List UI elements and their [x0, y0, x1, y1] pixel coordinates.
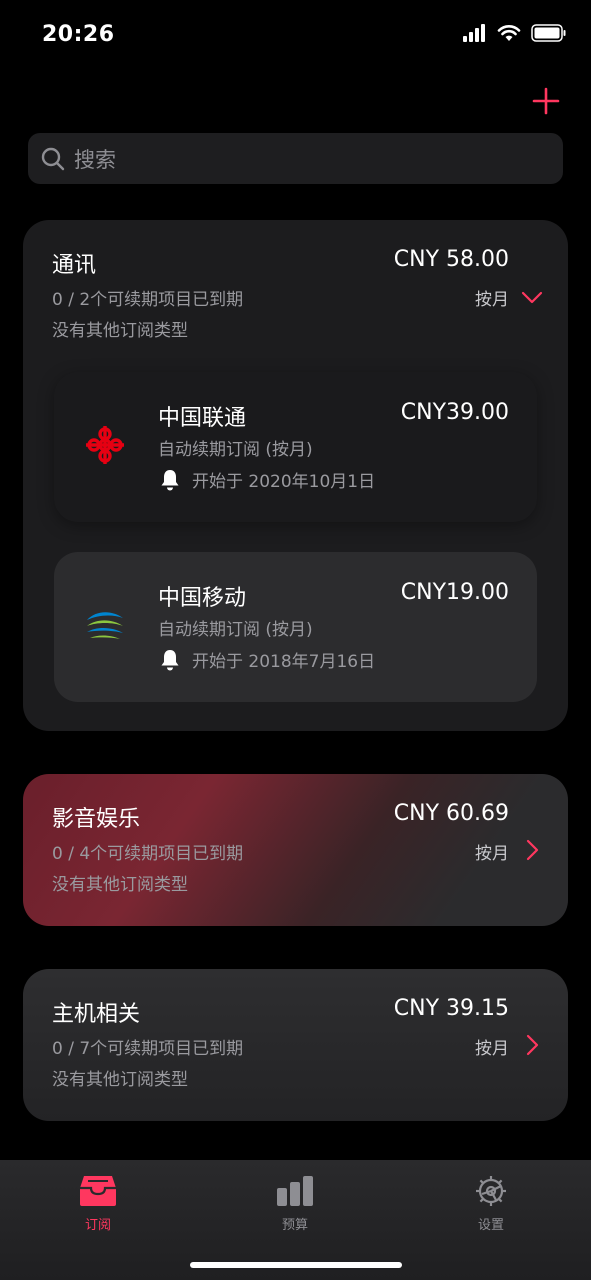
- item-price: CNY39.00: [400, 400, 509, 425]
- group-cycle: 按月: [475, 1039, 509, 1059]
- group-expired-count: 0 / 2个可续期项目已到期: [52, 290, 244, 310]
- tab-budget[interactable]: 预算: [235, 1174, 355, 1233]
- group-card-entertainment[interactable]: 影音娱乐 CNY 60.69 0 / 4个可续期项目已到期 按月 没有其他订阅类…: [23, 774, 568, 926]
- bell-icon: [161, 469, 179, 490]
- item-start: 开始于 2018年7月16日: [158, 647, 375, 672]
- status-bar: 20:26: [0, 0, 591, 70]
- add-subscription-button[interactable]: [531, 86, 561, 116]
- group-other-types: 没有其他订阅类型: [52, 875, 188, 895]
- tab-label: 设置: [477, 1218, 504, 1233]
- item-type: 自动续期订阅 (按月): [158, 440, 313, 460]
- subscription-item-china-mobile[interactable]: 中国移动 CNY19.00 自动续期订阅 (按月) 开始于 2018年7月16日: [54, 552, 537, 702]
- tab-settings[interactable]: 设置: [431, 1174, 551, 1233]
- item-type: 自动续期订阅 (按月): [158, 620, 313, 640]
- bar-chart-icon: [277, 1176, 313, 1206]
- group-amount: CNY 39.15: [393, 996, 509, 1021]
- group-cycle: 按月: [475, 290, 509, 310]
- tab-subscriptions[interactable]: 订阅: [38, 1174, 158, 1233]
- tab-label: 订阅: [84, 1218, 111, 1233]
- group-card-communications[interactable]: 通讯 CNY 58.00 0 / 2个可续期项目已到期 按月 没有其他订阅类型 …: [23, 220, 568, 731]
- status-time: 20:26: [42, 22, 115, 47]
- tab-label: 预算: [281, 1218, 308, 1233]
- status-icons: [463, 24, 567, 42]
- china-unicom-logo: [86, 426, 124, 464]
- china-mobile-logo: [87, 612, 123, 639]
- item-start-text: 开始于 2018年7月16日: [192, 652, 376, 672]
- inbox-icon: [80, 1176, 116, 1206]
- cellular-signal-icon: [463, 24, 485, 42]
- item-price: CNY19.00: [400, 580, 509, 605]
- group-card-hosting[interactable]: 主机相关 CNY 39.15 0 / 7个可续期项目已到期 按月 没有其他订阅类…: [23, 969, 568, 1121]
- chevron-right-icon[interactable]: [521, 1034, 543, 1056]
- item-name: 中国移动: [158, 586, 247, 611]
- search-placeholder: 搜索: [74, 147, 116, 172]
- item-name: 中国联通: [158, 406, 247, 431]
- wifi-icon: [497, 25, 521, 41]
- home-indicator[interactable]: [190, 1262, 402, 1268]
- group-expired-count: 0 / 7个可续期项目已到期: [52, 1039, 244, 1059]
- group-title: 通讯: [52, 253, 97, 278]
- group-amount: CNY 58.00: [393, 247, 509, 272]
- group-other-types: 没有其他订阅类型: [52, 1070, 188, 1090]
- battery-icon: [531, 24, 566, 42]
- item-start: 开始于 2020年10月1日: [158, 467, 375, 492]
- group-title: 影音娱乐: [52, 807, 141, 832]
- search-input[interactable]: 搜索: [28, 133, 563, 184]
- item-start-text: 开始于 2020年10月1日: [192, 472, 376, 492]
- search-icon: [41, 147, 65, 170]
- group-other-types: 没有其他订阅类型: [52, 321, 188, 341]
- chevron-down-icon[interactable]: [521, 286, 543, 308]
- group-title: 主机相关: [52, 1002, 141, 1027]
- group-cycle: 按月: [475, 844, 509, 864]
- group-amount: CNY 60.69: [393, 801, 509, 826]
- chevron-right-icon[interactable]: [521, 839, 543, 861]
- group-expired-count: 0 / 4个可续期项目已到期: [52, 844, 244, 864]
- bell-icon: [161, 649, 179, 670]
- gear-icon: [476, 1176, 506, 1206]
- subscription-item-china-unicom[interactable]: 中国联通 CNY39.00 自动续期订阅 (按月) 开始于 2020年10月1日: [54, 372, 537, 522]
